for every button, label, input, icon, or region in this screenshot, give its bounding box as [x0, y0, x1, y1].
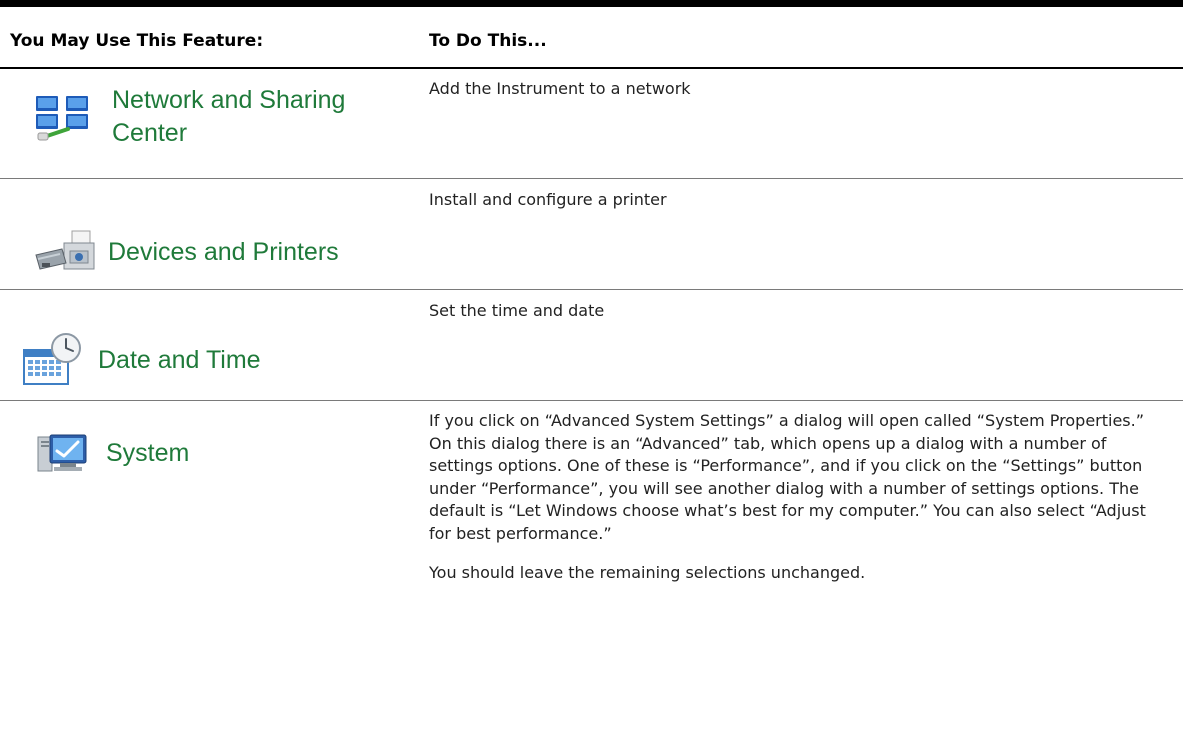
feature-network-and-sharing[interactable]: Network and Sharing Center [0, 77, 420, 157]
feature-label-date-time: Date and Time [98, 345, 261, 374]
date-and-time-icon [22, 332, 84, 388]
system-icon [36, 431, 90, 475]
network-and-sharing-icon [34, 93, 96, 141]
feature-label-devices: Devices and Printers [108, 237, 339, 266]
description-network: Add the Instrument to a network [429, 78, 1149, 101]
description-text: Set the time and date [429, 301, 605, 320]
table-row-date-time: Date and Time Set the time and date [0, 290, 1183, 400]
table-header: You May Use This Feature: To Do This... [0, 7, 1183, 69]
header-action-column: To Do This... [429, 31, 547, 51]
description-system: If you click on “Advanced System Setting… [429, 410, 1149, 585]
description-text: If you click on “Advanced System Setting… [429, 411, 1146, 543]
description-date-time: Set the time and date [429, 300, 1149, 323]
description-text: You should leave the remaining selection… [429, 563, 866, 582]
table-row-network: Network and Sharing Center Add the Instr… [0, 69, 1183, 178]
header-feature-column: You May Use This Feature: [10, 31, 264, 51]
table-row-system: System If you click on “Advanced System … [0, 401, 1183, 733]
description-devices: Install and configure a printer [429, 189, 1149, 212]
devices-and-printers-icon [34, 229, 96, 275]
description-text: Add the Instrument to a network [429, 79, 691, 98]
table-row-devices: Devices and Printers Install and configu… [0, 179, 1183, 289]
description-text: Install and configure a printer [429, 190, 667, 209]
feature-date-and-time[interactable]: Date and Time [0, 332, 420, 388]
feature-system[interactable]: System [0, 429, 420, 477]
top-rule [0, 0, 1183, 7]
feature-label-system: System [106, 438, 190, 467]
feature-devices-and-printers[interactable]: Devices and Printers [0, 227, 420, 277]
feature-label-network: Network and Sharing Center [112, 84, 345, 150]
feature-label-network-line2: Center [112, 119, 188, 147]
feature-label-network-line1: Network and Sharing [112, 86, 346, 114]
